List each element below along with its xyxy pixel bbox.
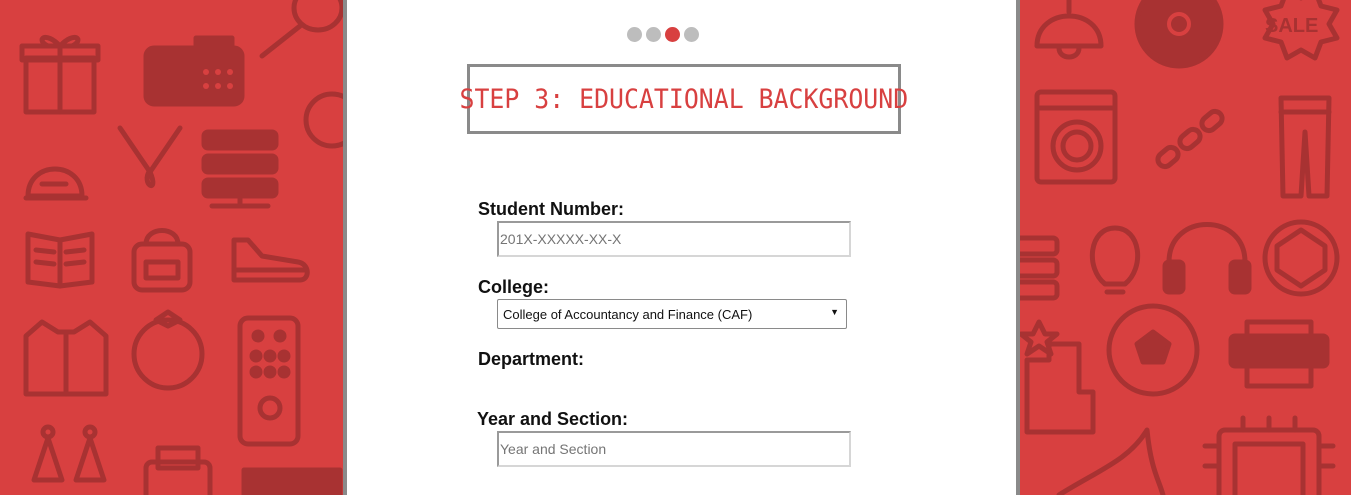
- panel-right-border: [1016, 0, 1020, 495]
- student-number-label: Student Number:: [478, 199, 624, 219]
- tennis-racket-icon: [259, 0, 344, 149]
- ring-icon: [131, 309, 205, 391]
- year-section-label: Year and Section:: [477, 409, 629, 429]
- form-panel: STEP 3: EDUCATIONAL BACKGROUND Student N…: [347, 0, 1016, 495]
- year-section-input[interactable]: [497, 431, 851, 467]
- printer-icon: [143, 445, 343, 495]
- college-label: College:: [478, 277, 550, 297]
- headphones-icon: [1162, 222, 1252, 295]
- student-number-input[interactable]: [497, 221, 851, 257]
- jeans-icon: [1278, 95, 1332, 199]
- podium-icon: [1019, 319, 1096, 435]
- gem-icon: [1262, 219, 1340, 297]
- sale-badge-icon: SALE: [1262, 0, 1340, 61]
- department-label: Department:: [478, 349, 585, 369]
- left-background-pattern: [0, 0, 344, 495]
- college-select-value: College of Accountancy and Finance (CAF): [503, 306, 753, 322]
- sale-badge-text: SALE: [1265, 15, 1318, 37]
- disc-icon: [1134, 0, 1224, 69]
- lightbulb-icon: [1089, 225, 1141, 295]
- shirt-icon: [23, 319, 109, 397]
- printer-icon-right: [1228, 319, 1330, 389]
- sneaker-icon: [231, 237, 310, 283]
- soccer-ball-icon: [1106, 303, 1200, 397]
- cpu-chip-icon: [1202, 415, 1336, 495]
- remote-control-icon: [237, 315, 301, 447]
- progress-dot-3: [665, 27, 680, 42]
- college-select[interactable]: College of Accountancy and Finance (CAF)…: [497, 299, 847, 329]
- book-icon: [25, 231, 95, 289]
- lamp-icon: [1034, 0, 1104, 60]
- progress-dot-4: [684, 27, 699, 42]
- necklace-icon: [117, 125, 183, 189]
- right-background-pattern: SALE: [1019, 0, 1351, 495]
- dropdown-arrow-icon: ▼: [830, 307, 839, 317]
- gift-icon: [19, 34, 101, 115]
- server-icon-right: [1019, 235, 1060, 301]
- step-progress-indicator: [627, 27, 699, 42]
- earrings-icon: [31, 424, 107, 483]
- fax-machine-icon: [143, 35, 245, 107]
- step-title: STEP 3: EDUCATIONAL BACKGROUND: [459, 83, 909, 115]
- progress-dot-2: [646, 27, 661, 42]
- chain-icon: [1155, 108, 1225, 170]
- cap-icon: [23, 166, 89, 201]
- server-icon: [201, 129, 279, 209]
- backpack-icon: [131, 228, 193, 293]
- progress-dot-1: [627, 27, 642, 42]
- step-title-box: STEP 3: EDUCATIONAL BACKGROUND: [460, 64, 908, 134]
- washing-machine-icon: [1034, 89, 1118, 185]
- high-heel-icon: [1056, 427, 1166, 495]
